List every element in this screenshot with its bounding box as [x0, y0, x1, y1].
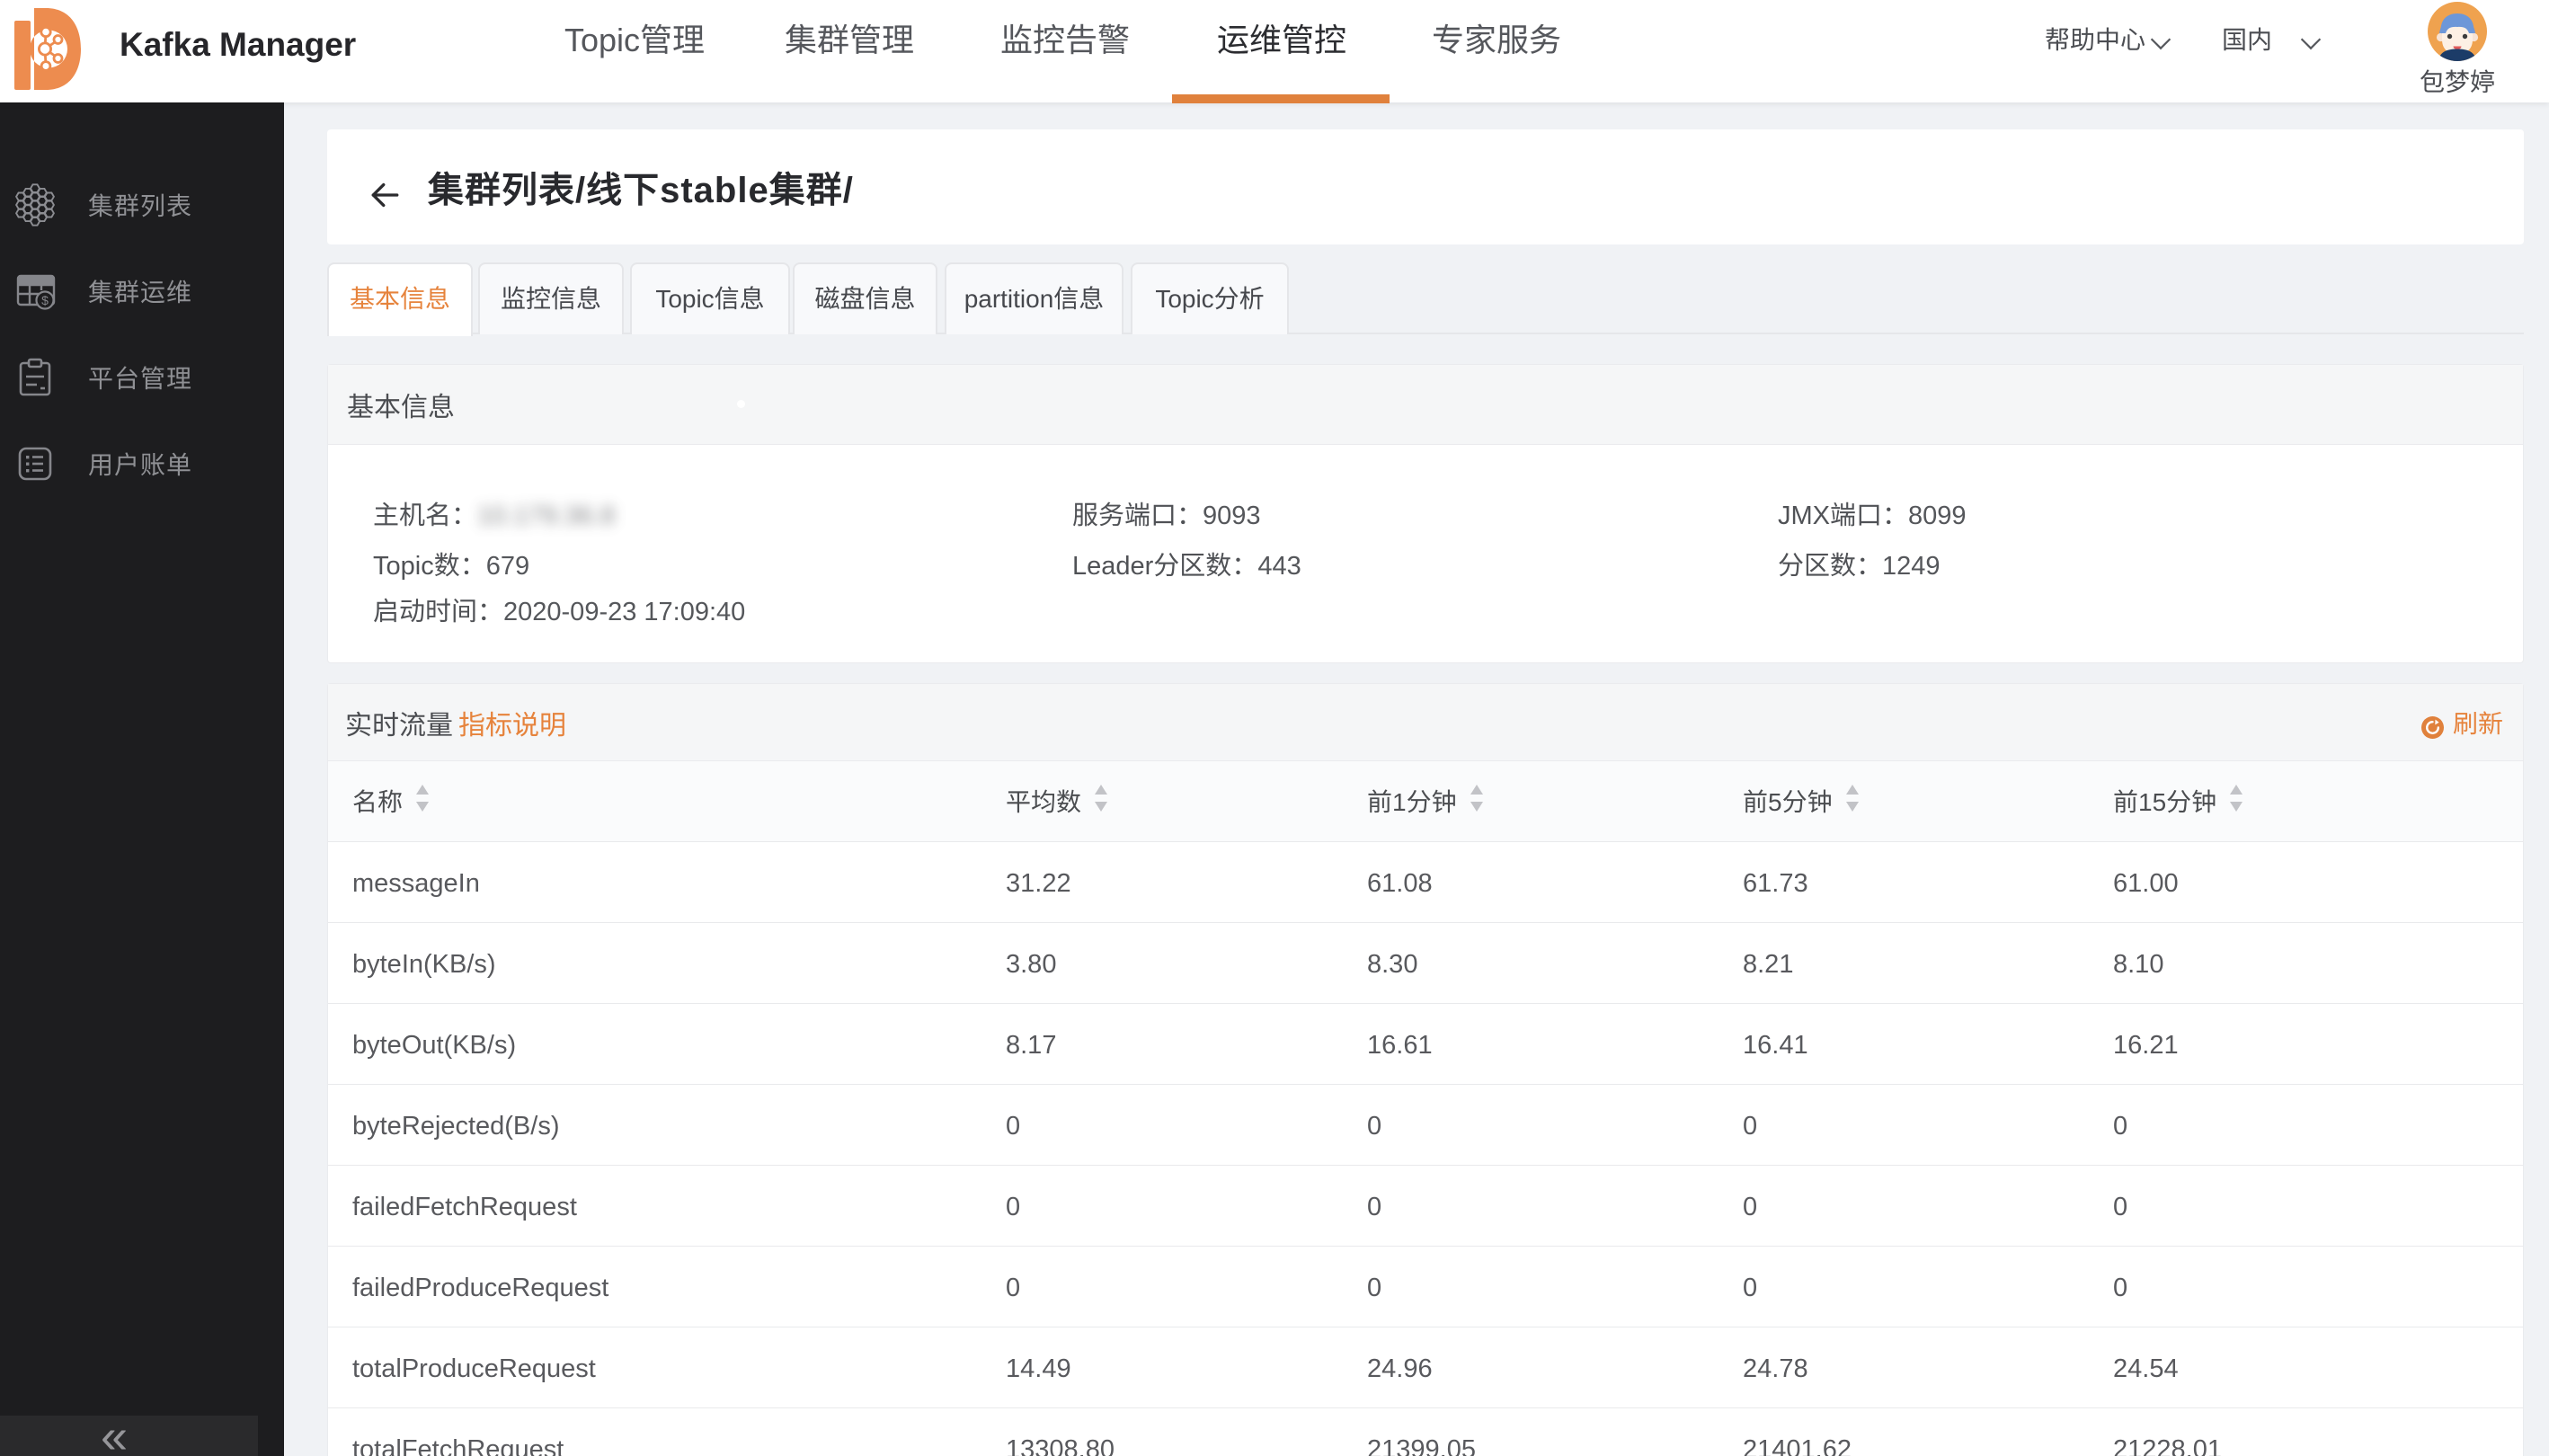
svg-text:$: $ [41, 293, 49, 307]
